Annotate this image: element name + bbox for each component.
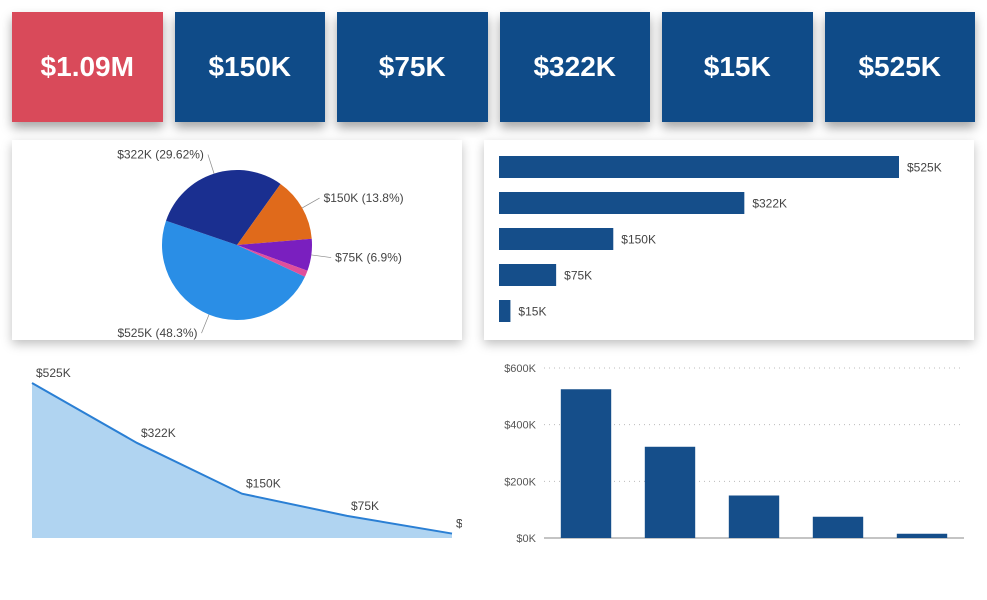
kpi-75k[interactable]: $75K [337,12,488,122]
hbar [499,264,556,286]
row-mid: $525K (48.3%) $322K (29.62%) $150K (13.8%)… [12,140,975,340]
vbar-ytick: $600K [504,363,536,375]
hbar [499,156,899,178]
kpi-150k[interactable]: $150K [175,12,326,122]
hbar [499,300,510,322]
hbar-chart: $525K $322K $150K $75K $15K [484,140,974,340]
area-point-label: $15K [456,517,462,531]
area-chart: $525K $322K $150K $75K $15K [12,358,462,548]
hbar-label: $150K [621,232,656,246]
kpi-value: $1.09M [41,51,134,83]
area-point-label: $525K [36,366,71,380]
kpi-value: $322K [533,51,616,83]
kpi-525k[interactable]: $525K [825,12,976,122]
area-point-label: $75K [351,499,379,513]
hbar-label: $75K [564,268,592,282]
pie-chart: $525K (48.3%) $322K (29.62%) $150K (13.8%)… [12,140,462,340]
kpi-value: $15K [704,51,771,83]
kpi-322k[interactable]: $322K [500,12,651,122]
vbar-ytick: $200K [504,476,536,488]
vbar-ytick: $0K [516,533,536,545]
vbar [561,389,611,538]
vbar [645,447,695,538]
vbar-chart: $0K $200K $400K $600K [484,358,974,548]
area-fill [32,383,452,538]
hbar [499,192,744,214]
area-point-label: $150K [246,477,281,491]
pie-label: $75K (6.9%) [335,251,402,265]
vbar-ytick: $400K [504,420,536,432]
kpi-15k[interactable]: $15K [662,12,813,122]
hbar-label: $525K [907,160,942,174]
vbar [813,517,863,538]
area-point-label: $322K [141,426,176,440]
kpi-value: $525K [858,51,941,83]
pie-label: $525K (48.3%) [117,326,197,340]
vbar [897,534,947,538]
vbar [729,496,779,539]
pie-label: $322K (29.62%) [117,148,204,162]
kpi-value: $75K [379,51,446,83]
kpi-total[interactable]: $1.09M [12,12,163,122]
pie-label: $150K (13.8%) [324,191,404,205]
kpi-row: $1.09M $150K $75K $322K $15K $525K [12,12,975,122]
kpi-value: $150K [208,51,291,83]
hbar [499,228,613,250]
row-bottom: $525K $322K $150K $75K $15K $0K $200K $400K $60… [12,358,975,548]
hbar-label: $15K [518,304,546,318]
hbar-label: $322K [752,196,787,210]
